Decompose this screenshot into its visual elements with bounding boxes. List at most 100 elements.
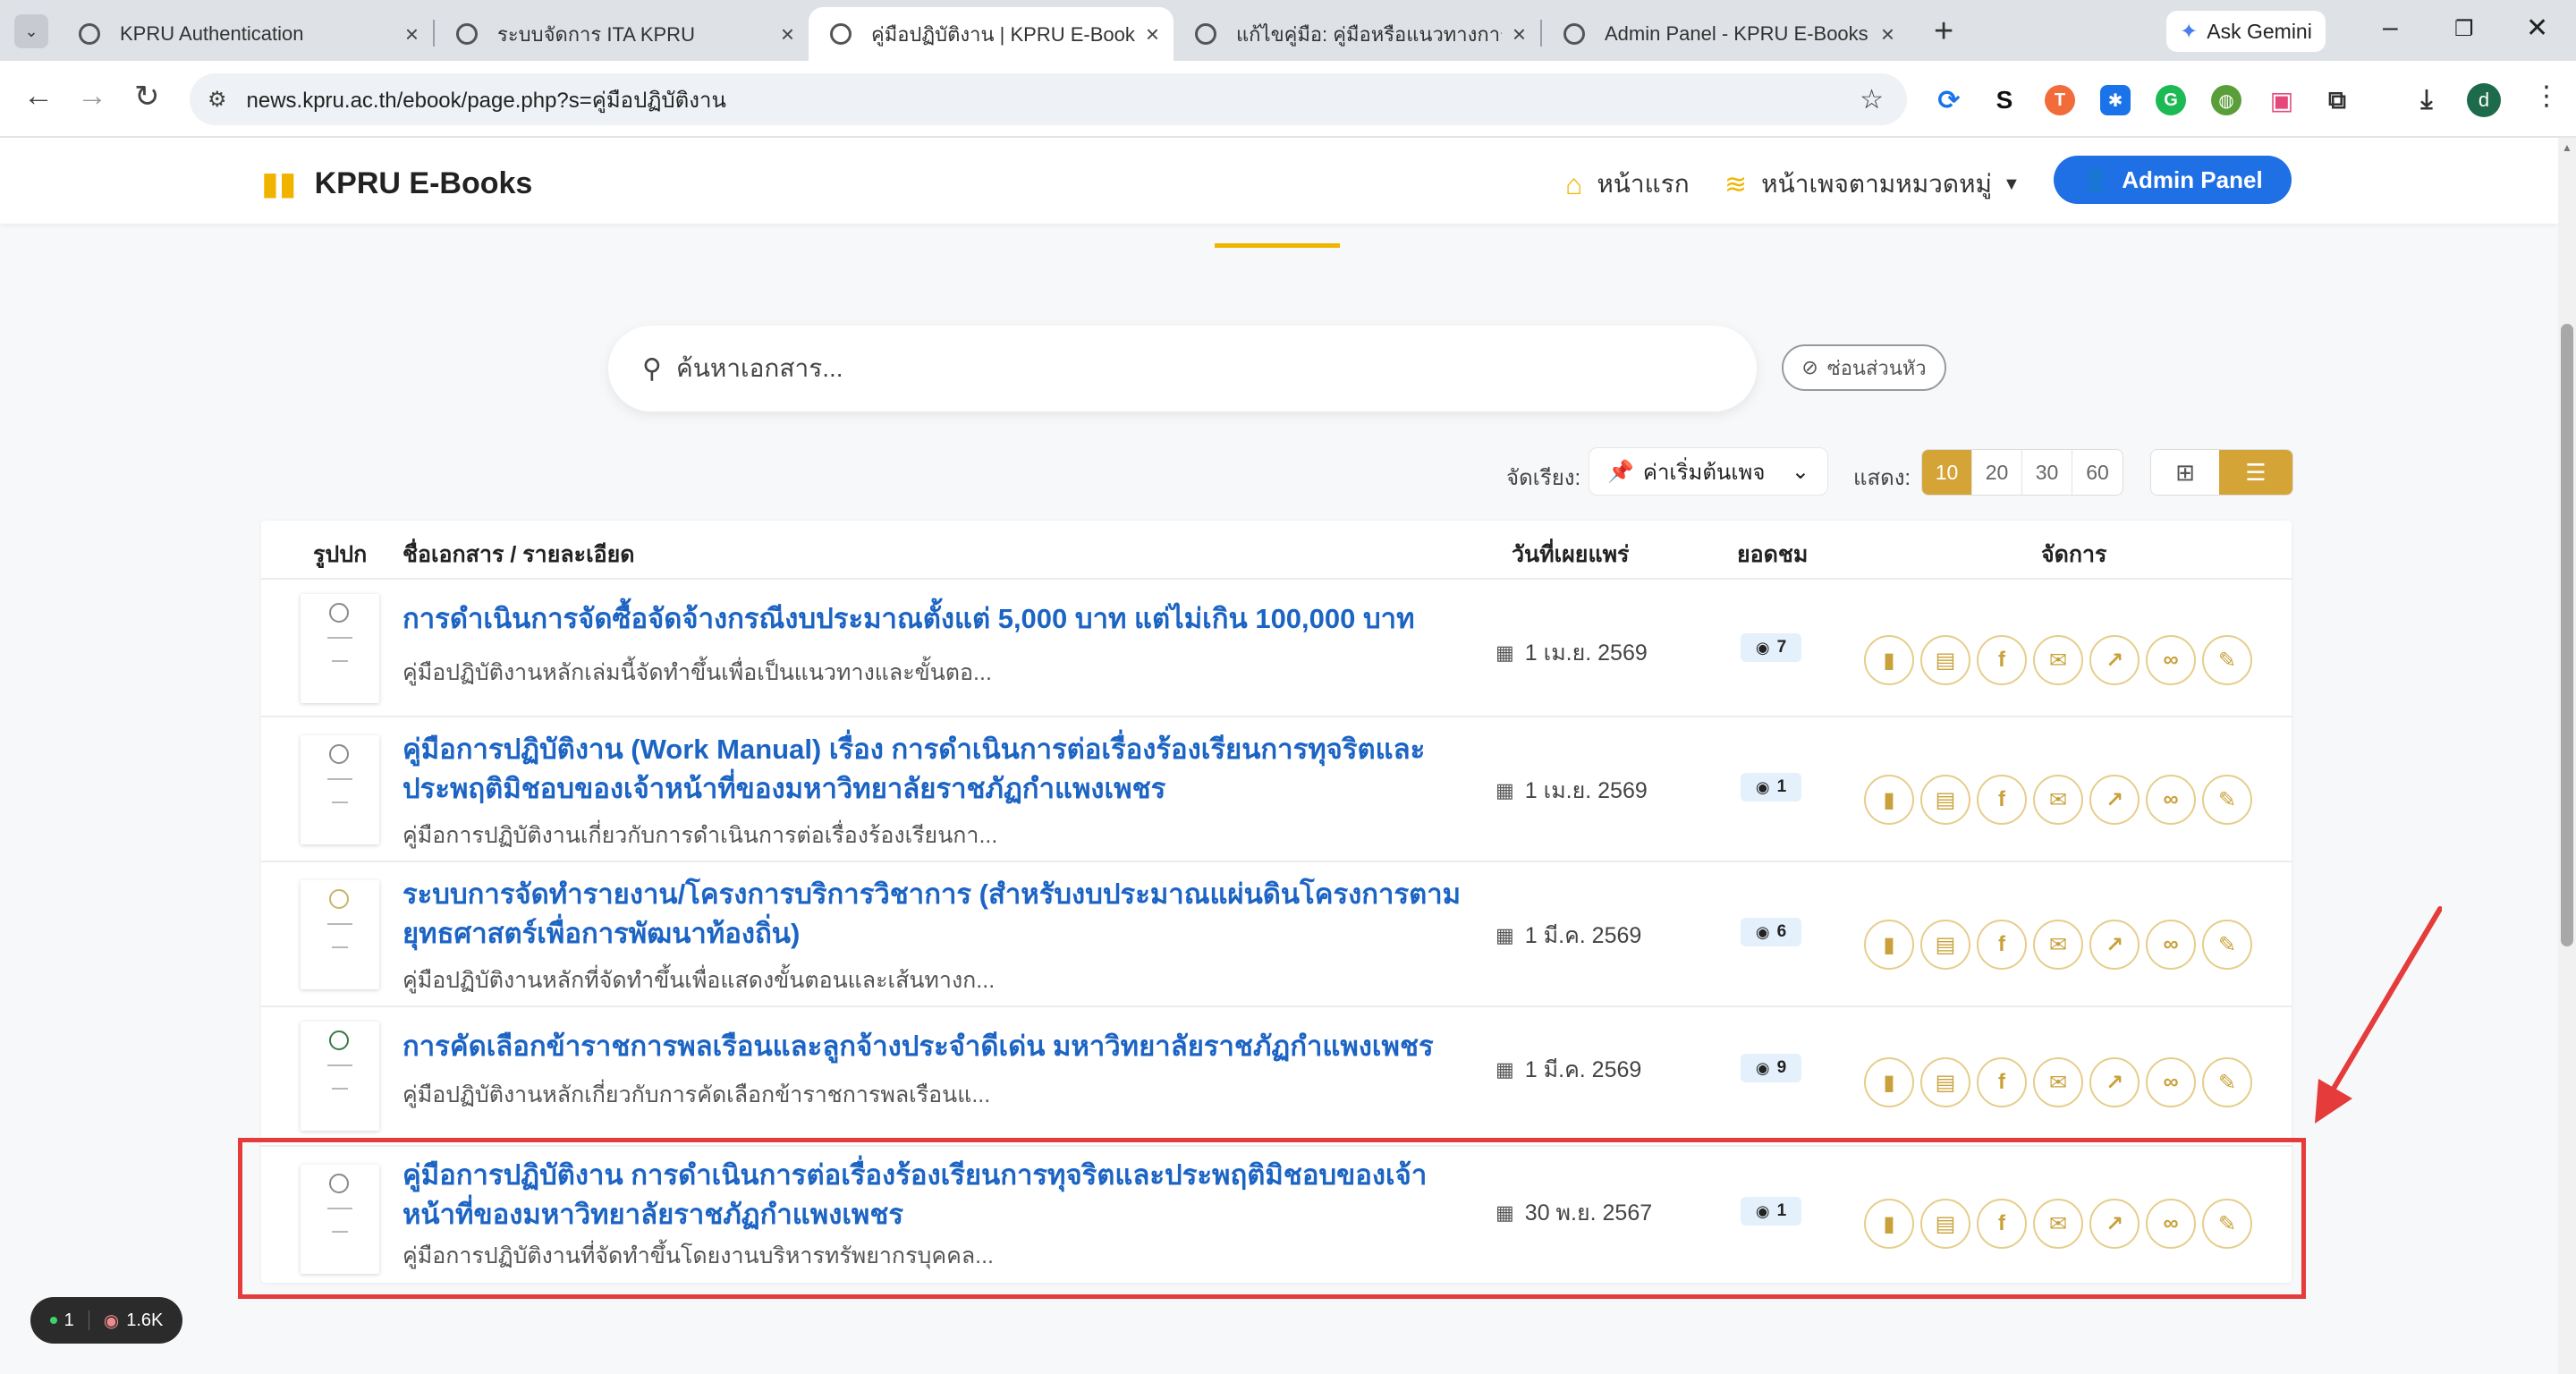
share-email-button[interactable]: ✉ bbox=[2033, 775, 2083, 825]
table-header: รูปปก ชื่อเอกสาร / รายละเอียด วันที่เผยแ… bbox=[261, 521, 2292, 580]
document-cover[interactable] bbox=[301, 880, 379, 989]
read-book-button[interactable]: ▮ bbox=[1864, 1199, 1914, 1249]
t-extension-icon[interactable]: T bbox=[2045, 85, 2075, 115]
edit-button[interactable]: ✎ bbox=[2202, 775, 2252, 825]
scroll-up-arrow[interactable]: ▲ bbox=[2562, 141, 2572, 154]
share-email-button[interactable]: ✉ bbox=[2033, 635, 2083, 685]
site-logo[interactable]: ▮▮ KPRU E-Books bbox=[261, 165, 532, 202]
minimize-button[interactable]: – bbox=[2383, 13, 2398, 43]
edit-button[interactable]: ✎ bbox=[2202, 1057, 2252, 1107]
copy-link-button[interactable]: ∞ bbox=[2146, 775, 2196, 825]
share-email-button[interactable]: ✉ bbox=[2033, 1057, 2083, 1107]
tab-ebook-library[interactable]: คู่มือปฏิบัติงาน | KPRU E-Book Library × bbox=[809, 7, 1174, 61]
window-close-button[interactable]: ✕ bbox=[2526, 13, 2548, 44]
page-size-20[interactable]: 20 bbox=[1972, 450, 2022, 495]
edit-button[interactable]: ✎ bbox=[2202, 635, 2252, 685]
document-title-link[interactable]: คู่มือการปฏิบัติงาน การดำเนินการต่อเรื่อ… bbox=[402, 1156, 1476, 1234]
close-tab-icon[interactable]: × bbox=[781, 21, 794, 48]
search-input[interactable] bbox=[675, 354, 1660, 383]
share-facebook-button[interactable]: f bbox=[1977, 920, 2027, 970]
copy-link-button[interactable]: ∞ bbox=[2146, 1057, 2196, 1107]
close-tab-icon[interactable]: × bbox=[1881, 21, 1894, 48]
document-cover[interactable] bbox=[301, 735, 379, 844]
close-tab-icon[interactable]: × bbox=[1513, 21, 1526, 48]
gear-extension-icon[interactable]: ✱ bbox=[2100, 85, 2131, 115]
download-pdf-button[interactable]: ▤ bbox=[1920, 775, 1970, 825]
extensions-puzzle-icon[interactable]: ⧉ bbox=[2322, 85, 2352, 115]
address-bar[interactable]: ⚙ news.kpru.ac.th/ebook/page.php?s=คู่มื… bbox=[190, 73, 1907, 125]
open-external-button[interactable]: ↗ bbox=[2089, 1057, 2140, 1107]
sort-select[interactable]: 📌 ค่าเริ่มต้นเพจ ⌄ bbox=[1589, 447, 1828, 496]
new-tab-button[interactable]: + bbox=[1934, 13, 1953, 51]
download-pdf-button[interactable]: ▤ bbox=[1920, 920, 1970, 970]
document-title-link[interactable]: คู่มือการปฏิบัติงาน (Work Manual) เรื่อง… bbox=[402, 730, 1476, 809]
close-tab-icon[interactable]: × bbox=[1146, 21, 1159, 48]
nav-category-dropdown[interactable]: ≋ หน้าเพจตามหมวดหมู่ ▼ bbox=[1724, 165, 2021, 204]
share-facebook-button[interactable]: f bbox=[1977, 1199, 2027, 1249]
page-size-60[interactable]: 60 bbox=[2072, 450, 2123, 495]
share-email-button[interactable]: ✉ bbox=[2033, 920, 2083, 970]
status-badge[interactable]: 1 ◉ 1.6K bbox=[30, 1297, 182, 1344]
camera-extension-icon[interactable]: ▣ bbox=[2267, 85, 2297, 115]
edit-button[interactable]: ✎ bbox=[2202, 1199, 2252, 1249]
restore-button[interactable]: ❐ bbox=[2454, 16, 2474, 42]
copy-link-button[interactable]: ∞ bbox=[2146, 635, 2196, 685]
document-title-link[interactable]: การดำเนินการจัดซื้อจัดจ้างกรณีงบประมาณตั… bbox=[402, 599, 1476, 639]
hide-header-button[interactable]: ⊘ ซ่อนส่วนหัว bbox=[1782, 344, 1946, 391]
read-book-button[interactable]: ▮ bbox=[1864, 635, 1914, 685]
grid-view-icon[interactable]: ⊞ bbox=[2151, 450, 2219, 495]
scrollbar-thumb[interactable] bbox=[2561, 324, 2573, 946]
tab-edit-manual[interactable]: แก้ไขคู่มือ: คู่มือหรือแนวทางการปฏิบัติง… bbox=[1174, 7, 1540, 61]
copy-link-button[interactable]: ∞ bbox=[2146, 920, 2196, 970]
tab-admin-panel[interactable]: Admin Panel - KPRU E-Books × bbox=[1542, 7, 1909, 61]
document-title-link[interactable]: การคัดเลือกข้าราชการพลเรือนและลูกจ้างประ… bbox=[402, 1027, 1476, 1066]
sync-extension-icon[interactable]: ⟳ bbox=[1934, 85, 1964, 115]
open-external-button[interactable]: ↗ bbox=[2089, 920, 2140, 970]
document-cover[interactable] bbox=[301, 1165, 379, 1274]
read-book-button[interactable]: ▮ bbox=[1864, 920, 1914, 970]
online-dot-icon bbox=[49, 1317, 57, 1324]
g-extension-icon[interactable]: G bbox=[2156, 85, 2186, 115]
read-book-button[interactable]: ▮ bbox=[1864, 1057, 1914, 1107]
page-size-10[interactable]: 10 bbox=[1922, 450, 1972, 495]
tab-kpru-authentication[interactable]: KPRU Authentication × bbox=[57, 7, 433, 61]
document-description: คู่มือปฏิบัติงานหลักเล่มนี้จัดทำขึ้นเพื่… bbox=[402, 660, 992, 685]
url-text[interactable]: news.kpru.ac.th/ebook/page.php?s=คู่มือป… bbox=[247, 82, 1860, 117]
document-cover[interactable] bbox=[301, 594, 379, 703]
back-button[interactable]: ← bbox=[23, 79, 54, 114]
download-pdf-button[interactable]: ▤ bbox=[1920, 635, 1970, 685]
download-icon[interactable]: ⤓ bbox=[2411, 85, 2442, 115]
profile-avatar[interactable]: d bbox=[2467, 83, 2501, 117]
share-email-button[interactable]: ✉ bbox=[2033, 1199, 2083, 1249]
read-book-button[interactable]: ▮ bbox=[1864, 775, 1914, 825]
share-facebook-button[interactable]: f bbox=[1977, 1057, 2027, 1107]
document-title-link[interactable]: ระบบการจัดทำรายงาน/โครงการบริการวิชาการ … bbox=[402, 875, 1476, 954]
open-external-button[interactable]: ↗ bbox=[2089, 635, 2140, 685]
earth-extension-icon[interactable]: ◍ bbox=[2211, 85, 2241, 115]
browser-menu-icon[interactable]: ⋮ bbox=[2533, 81, 2560, 112]
download-pdf-button[interactable]: ▤ bbox=[1920, 1199, 1970, 1249]
site-info-icon[interactable]: ⚙ bbox=[208, 87, 227, 113]
admin-panel-button[interactable]: 👤 Admin Panel bbox=[2054, 156, 2292, 204]
document-cover[interactable] bbox=[301, 1022, 379, 1131]
open-external-button[interactable]: ↗ bbox=[2089, 775, 2140, 825]
forward-button[interactable]: → bbox=[77, 79, 107, 114]
ask-gemini-button[interactable]: ✦ Ask Gemini bbox=[2166, 11, 2326, 52]
nav-home-link[interactable]: ⌂ หน้าแรก bbox=[1565, 165, 1690, 204]
close-tab-icon[interactable]: × bbox=[405, 21, 419, 48]
eye-icon: ◉ bbox=[1755, 777, 1770, 796]
page-size-30[interactable]: 30 bbox=[2022, 450, 2072, 495]
list-view-icon[interactable]: ☰ bbox=[2219, 450, 2292, 495]
s-extension-icon[interactable]: S bbox=[1989, 85, 2020, 115]
edit-button[interactable]: ✎ bbox=[2202, 920, 2252, 970]
reload-button[interactable]: ↻ bbox=[134, 79, 160, 114]
bookmark-star-icon[interactable]: ☆ bbox=[1860, 84, 1884, 115]
open-external-button[interactable]: ↗ bbox=[2089, 1199, 2140, 1249]
tab-ita-kpru[interactable]: ระบบจัดการ ITA KPRU × bbox=[435, 7, 809, 61]
share-facebook-button[interactable]: f bbox=[1977, 775, 2027, 825]
copy-link-button[interactable]: ∞ bbox=[2146, 1199, 2196, 1249]
share-facebook-button[interactable]: f bbox=[1977, 635, 2027, 685]
download-pdf-button[interactable]: ▤ bbox=[1920, 1057, 1970, 1107]
home-icon: ⌂ bbox=[1565, 167, 1583, 200]
tab-search-button[interactable]: ⌄ bbox=[14, 14, 48, 48]
